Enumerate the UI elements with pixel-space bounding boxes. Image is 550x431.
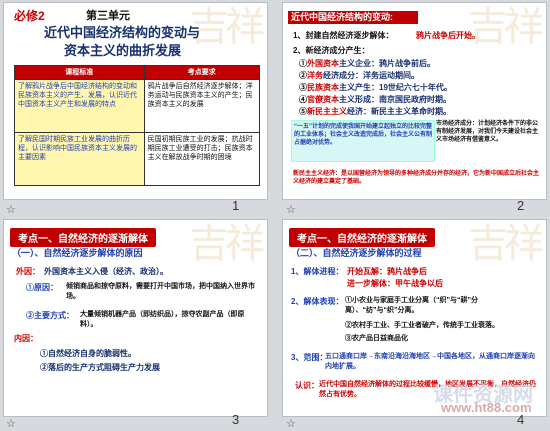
curriculum-table: 课程标准 考点要求 了解鸦片战争后中国经济结构的变动和民族资本主义的产生、发展，… <box>14 65 261 186</box>
point-1-a: 开始瓦解：鸦片战争后 <box>347 267 427 276</box>
point-2-label: 2、解体表现： <box>291 297 344 306</box>
slide-title-line1: 近代中国经济结构的变动与 <box>44 25 201 40</box>
info-box-left: “一五”计划的完成使我国开始建立起独立的比较完整的工业体系；社会主义改造完成后，… <box>291 120 435 162</box>
point-3-text: 五口通商口岸→东南沿海沿海地区→中国各地区，从通商口岸逐渐向内地扩展。 <box>325 353 535 370</box>
point-2-line: ③农产品日益商品化 <box>345 335 408 342</box>
section-heading: （二）、自然经济逐步解体的过程 <box>291 248 422 258</box>
point-1-b: 进一步解体：甲午战争以后 <box>347 279 443 288</box>
table-cell: 了解民国时期民族工业发展的曲折历程，认识影响中国民族资本主义发展的主要因素 <box>14 132 145 186</box>
slide-title: 近代中国经济结构的变动: <box>291 12 393 22</box>
table-header: 课程标准 <box>14 65 145 80</box>
point-1-value: 鸦片战争后开始。 <box>416 31 480 40</box>
decorative-watermark: 吉祥 <box>189 221 265 267</box>
slide-number: 2 <box>517 198 525 213</box>
slide-thumbnail-2[interactable]: 吉祥 近代中国经济结构的变动: 1、封建自然经济逐步解体： 鸦片战争后开始。 2… <box>282 2 547 200</box>
slide-number: 1 <box>232 198 240 213</box>
cause-label: 外因： <box>16 267 40 276</box>
slide-thumbnail-3[interactable]: 吉祥 考点一、自然经济的逐渐解体 （一）、自然经济逐步解体的原因 外因： 外国资… <box>3 219 268 417</box>
list-item: ④官僚资本主义形成：南京国民政府时期。 <box>299 95 451 104</box>
slide-thumbnail-4[interactable]: 吉祥 考点一、自然经济的逐渐解体 （二）、自然经济逐步解体的过程 1、解体进程：… <box>282 219 547 417</box>
slide-thumbnail-1[interactable]: 吉祥 必修2 第三单元 近代中国经济结构的变动与 资本主义的曲折发展 课程标准 … <box>3 2 268 200</box>
sub1-text: 倾销商品和掠夺原料，需要打开中国市场，把中国纳入世界市场。 <box>66 283 255 300</box>
section-heading: （一）、自然经济逐步解体的原因 <box>12 248 143 258</box>
sub1-label: ①原因： <box>26 283 58 292</box>
slide-title-line2: 资本主义的曲折发展 <box>64 43 182 58</box>
info-box-right: 市场经济成分：计划经济条件下的非公有制经济发展，对我们今天建设社会主义市场经济有… <box>436 121 539 143</box>
slide-star-icon[interactable]: ☆ <box>6 417 16 430</box>
slide-number: 3 <box>232 412 240 427</box>
list-item: ⑤新民主主义经济：新民主主义革命时期。 <box>299 107 451 116</box>
inner-cause-text-1: ①自然经济自身的脆弱性。 <box>40 349 136 358</box>
unit-label: 第三单元 <box>86 10 130 22</box>
decorative-watermark: 吉祥 <box>468 4 544 50</box>
point-1-label: 1、解体进程： <box>291 267 344 276</box>
cause-text: 外国资本主义入侵（经济、政治）。 <box>44 267 168 276</box>
inner-cause-text-2: ②落后的生产方式阻碍生产力发展 <box>40 363 160 372</box>
note-text: 新民主主义经济：是以国营经济为领导的多种经济成分并存的经济，它为新中国成立后社会… <box>293 171 540 185</box>
section-pill: 考点一、自然经济的逐渐解体 <box>10 228 156 247</box>
slide-star-icon[interactable]: ☆ <box>286 203 296 216</box>
section-pill: 考点一、自然经济的逐渐解体 <box>289 228 435 247</box>
table-header: 考点要求 <box>143 65 261 80</box>
course-label: 必修2 <box>14 9 45 23</box>
point-3-label: 3、范围： <box>291 353 328 362</box>
point-1-label: 1、封建自然经济逐步解体： <box>293 31 394 40</box>
slide-number: 4 <box>517 412 525 427</box>
decorative-watermark: 吉祥 <box>468 221 544 267</box>
list-item: ③民族资本主义产生：19世纪六七十年代。 <box>299 83 452 92</box>
sub2-label: ②主要方式： <box>26 311 74 320</box>
slide-star-icon[interactable]: ☆ <box>286 417 296 430</box>
conclusion-label: 认识： <box>295 381 319 390</box>
point-2-label: 2、新经济成分产生： <box>293 46 370 55</box>
list-item: ②洋务经济成分：洋务运动期间。 <box>299 71 419 80</box>
point-2-line: ①小农业与家庭手工业分离（“织”与“耕”分离）、“纺”与“织”分离。 <box>345 297 478 314</box>
list-item: ①外国资本主义企业：鸦片战争前后。 <box>299 59 435 68</box>
table-cell: 了解鸦片战争后中国经济结构的变动和民族资本主义的产生、发展，认识近代中国资本主义… <box>14 79 145 133</box>
slide-star-icon[interactable]: ☆ <box>6 203 16 216</box>
sub2-text: 大量倾销机器产品（即纺织品），掠夺农副产品（即原料）。 <box>80 311 245 328</box>
table-cell: 鸦片战争后自然经济逐步解体；洋务运动与民族资本主义的产生；民族资本主义的发展 <box>143 79 261 133</box>
table-cell: 民国初期民族工业的发展；抗战时期民族工业遭受的打击；民族资本主义在解放战争时期的… <box>143 132 261 186</box>
point-2-line: ②农村手工业、手工业者破产，传统手工业衰落。 <box>345 322 499 329</box>
inner-cause-label: 内因： <box>14 334 38 343</box>
